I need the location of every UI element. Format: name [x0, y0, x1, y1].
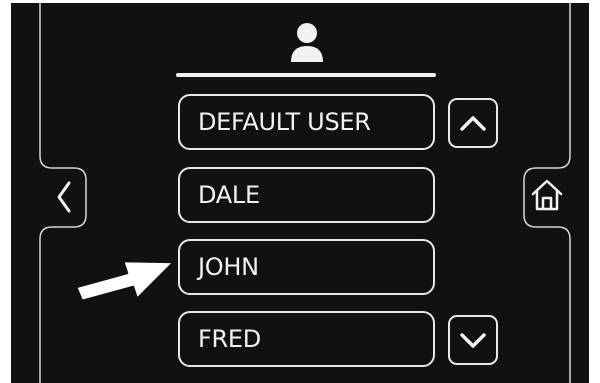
scroll-down-button[interactable] — [448, 315, 498, 365]
back-button[interactable] — [45, 171, 83, 223]
user-icon — [291, 23, 323, 62]
header-divider — [176, 73, 436, 77]
arrow-pointer-icon — [74, 259, 176, 303]
user-button-john[interactable]: JOHN — [178, 239, 435, 295]
chevron-up-icon — [460, 116, 486, 131]
display-screen: DEFAULT USER DALE JOHN FRED — [11, 3, 589, 383]
chevron-down-icon — [460, 333, 486, 348]
user-button-default-user[interactable]: DEFAULT USER — [178, 94, 435, 150]
chevron-left-icon — [57, 181, 71, 213]
user-button-fred[interactable]: FRED — [178, 311, 435, 367]
scroll-up-button[interactable] — [448, 98, 498, 148]
home-icon — [531, 179, 563, 211]
home-button[interactable] — [522, 169, 572, 221]
user-button-dale[interactable]: DALE — [178, 167, 435, 223]
